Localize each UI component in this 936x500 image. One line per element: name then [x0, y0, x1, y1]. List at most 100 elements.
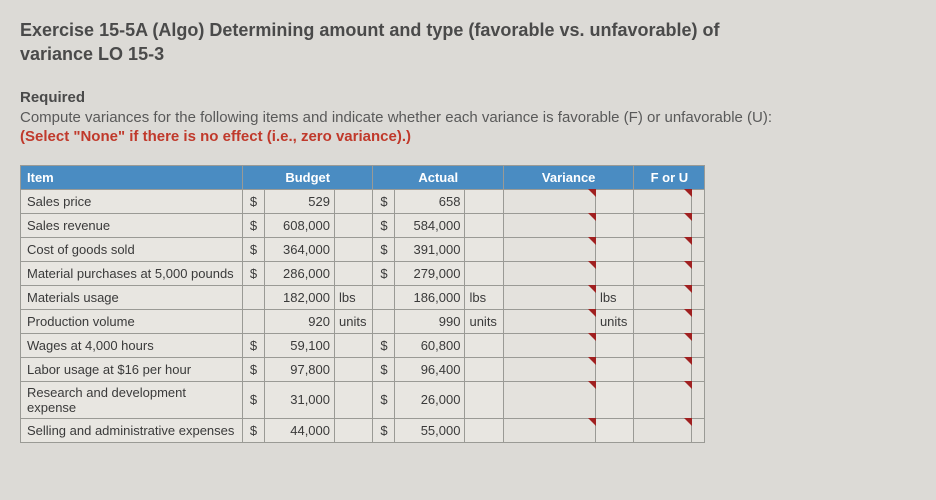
variance-unit: [595, 237, 633, 261]
required-text: Compute variances for the following item…: [20, 108, 916, 128]
header-variance: Variance: [503, 165, 633, 189]
actual-currency: $: [373, 213, 395, 237]
variance-unit: [595, 333, 633, 357]
item-cell: Cost of goods sold: [21, 237, 243, 261]
item-cell: Research and development expense: [21, 381, 243, 418]
budget-unit: [335, 261, 373, 285]
foru-extra: [692, 333, 705, 357]
variance-input[interactable]: [503, 213, 595, 237]
foru-select[interactable]: [634, 213, 692, 237]
budget-value: 286,000: [265, 261, 335, 285]
variance-unit: [595, 357, 633, 381]
variance-unit: [595, 213, 633, 237]
foru-select[interactable]: [634, 285, 692, 309]
variance-input[interactable]: [503, 285, 595, 309]
foru-extra: [692, 309, 705, 333]
header-row: Item Budget Actual Variance F or U: [21, 165, 705, 189]
actual-currency: $: [373, 261, 395, 285]
variance-unit: [595, 189, 633, 213]
actual-currency: $: [373, 381, 395, 418]
budget-value: 59,100: [265, 333, 335, 357]
budget-value: 44,000: [265, 418, 335, 442]
variance-input[interactable]: [503, 189, 595, 213]
foru-select[interactable]: [634, 261, 692, 285]
variance-input[interactable]: [503, 418, 595, 442]
variance-unit: [595, 261, 633, 285]
exercise-title: Exercise 15-5A (Algo) Determining amount…: [20, 18, 916, 67]
foru-select[interactable]: [634, 309, 692, 333]
budget-currency: $: [243, 189, 265, 213]
foru-select[interactable]: [634, 333, 692, 357]
actual-unit: [465, 418, 503, 442]
foru-select[interactable]: [634, 189, 692, 213]
actual-value: 96,400: [395, 357, 465, 381]
foru-select[interactable]: [634, 418, 692, 442]
actual-unit: lbs: [465, 285, 503, 309]
item-cell: Labor usage at $16 per hour: [21, 357, 243, 381]
variance-input[interactable]: [503, 309, 595, 333]
item-cell: Sales revenue: [21, 213, 243, 237]
actual-unit: [465, 333, 503, 357]
actual-currency: $: [373, 237, 395, 261]
actual-value: 279,000: [395, 261, 465, 285]
red-note: (Select "None" if there is no effect (i.…: [20, 128, 916, 145]
actual-currency: $: [373, 357, 395, 381]
header-actual: Actual: [373, 165, 503, 189]
table-row: Selling and administrative expenses$44,0…: [21, 418, 705, 442]
variance-table: Item Budget Actual Variance F or U Sales…: [20, 165, 705, 443]
actual-value: 60,800: [395, 333, 465, 357]
actual-unit: [465, 261, 503, 285]
foru-extra: [692, 213, 705, 237]
actual-value: 55,000: [395, 418, 465, 442]
item-cell: Materials usage: [21, 285, 243, 309]
budget-unit: [335, 213, 373, 237]
foru-select[interactable]: [634, 381, 692, 418]
budget-currency: $: [243, 213, 265, 237]
budget-currency: $: [243, 357, 265, 381]
variance-input[interactable]: [503, 237, 595, 261]
variance-input[interactable]: [503, 381, 595, 418]
table-row: Materials usage182,000lbs186,000lbslbs: [21, 285, 705, 309]
budget-currency: [243, 285, 265, 309]
foru-extra: [692, 189, 705, 213]
budget-value: 97,800: [265, 357, 335, 381]
budget-currency: $: [243, 261, 265, 285]
item-cell: Material purchases at 5,000 pounds: [21, 261, 243, 285]
foru-select[interactable]: [634, 237, 692, 261]
item-cell: Wages at 4,000 hours: [21, 333, 243, 357]
foru-extra: [692, 381, 705, 418]
required-label: Required: [20, 89, 916, 106]
variance-input[interactable]: [503, 357, 595, 381]
budget-currency: $: [243, 237, 265, 261]
actual-unit: [465, 357, 503, 381]
actual-unit: [465, 213, 503, 237]
variance-unit: units: [595, 309, 633, 333]
actual-value: 26,000: [395, 381, 465, 418]
budget-value: 364,000: [265, 237, 335, 261]
budget-currency: [243, 309, 265, 333]
budget-value: 529: [265, 189, 335, 213]
header-item: Item: [21, 165, 243, 189]
foru-select[interactable]: [634, 357, 692, 381]
budget-currency: $: [243, 333, 265, 357]
budget-unit: [335, 418, 373, 442]
budget-unit: [335, 357, 373, 381]
foru-extra: [692, 285, 705, 309]
actual-unit: [465, 381, 503, 418]
budget-unit: [335, 237, 373, 261]
header-budget: Budget: [243, 165, 373, 189]
budget-currency: $: [243, 381, 265, 418]
budget-currency: $: [243, 418, 265, 442]
table-row: Sales price$529$658: [21, 189, 705, 213]
variance-input[interactable]: [503, 261, 595, 285]
actual-currency: [373, 285, 395, 309]
actual-unit: [465, 237, 503, 261]
table-row: Labor usage at $16 per hour$97,800$96,40…: [21, 357, 705, 381]
variance-input[interactable]: [503, 333, 595, 357]
foru-extra: [692, 418, 705, 442]
item-cell: Selling and administrative expenses: [21, 418, 243, 442]
actual-value: 186,000: [395, 285, 465, 309]
actual-currency: $: [373, 418, 395, 442]
actual-value: 658: [395, 189, 465, 213]
actual-currency: [373, 309, 395, 333]
